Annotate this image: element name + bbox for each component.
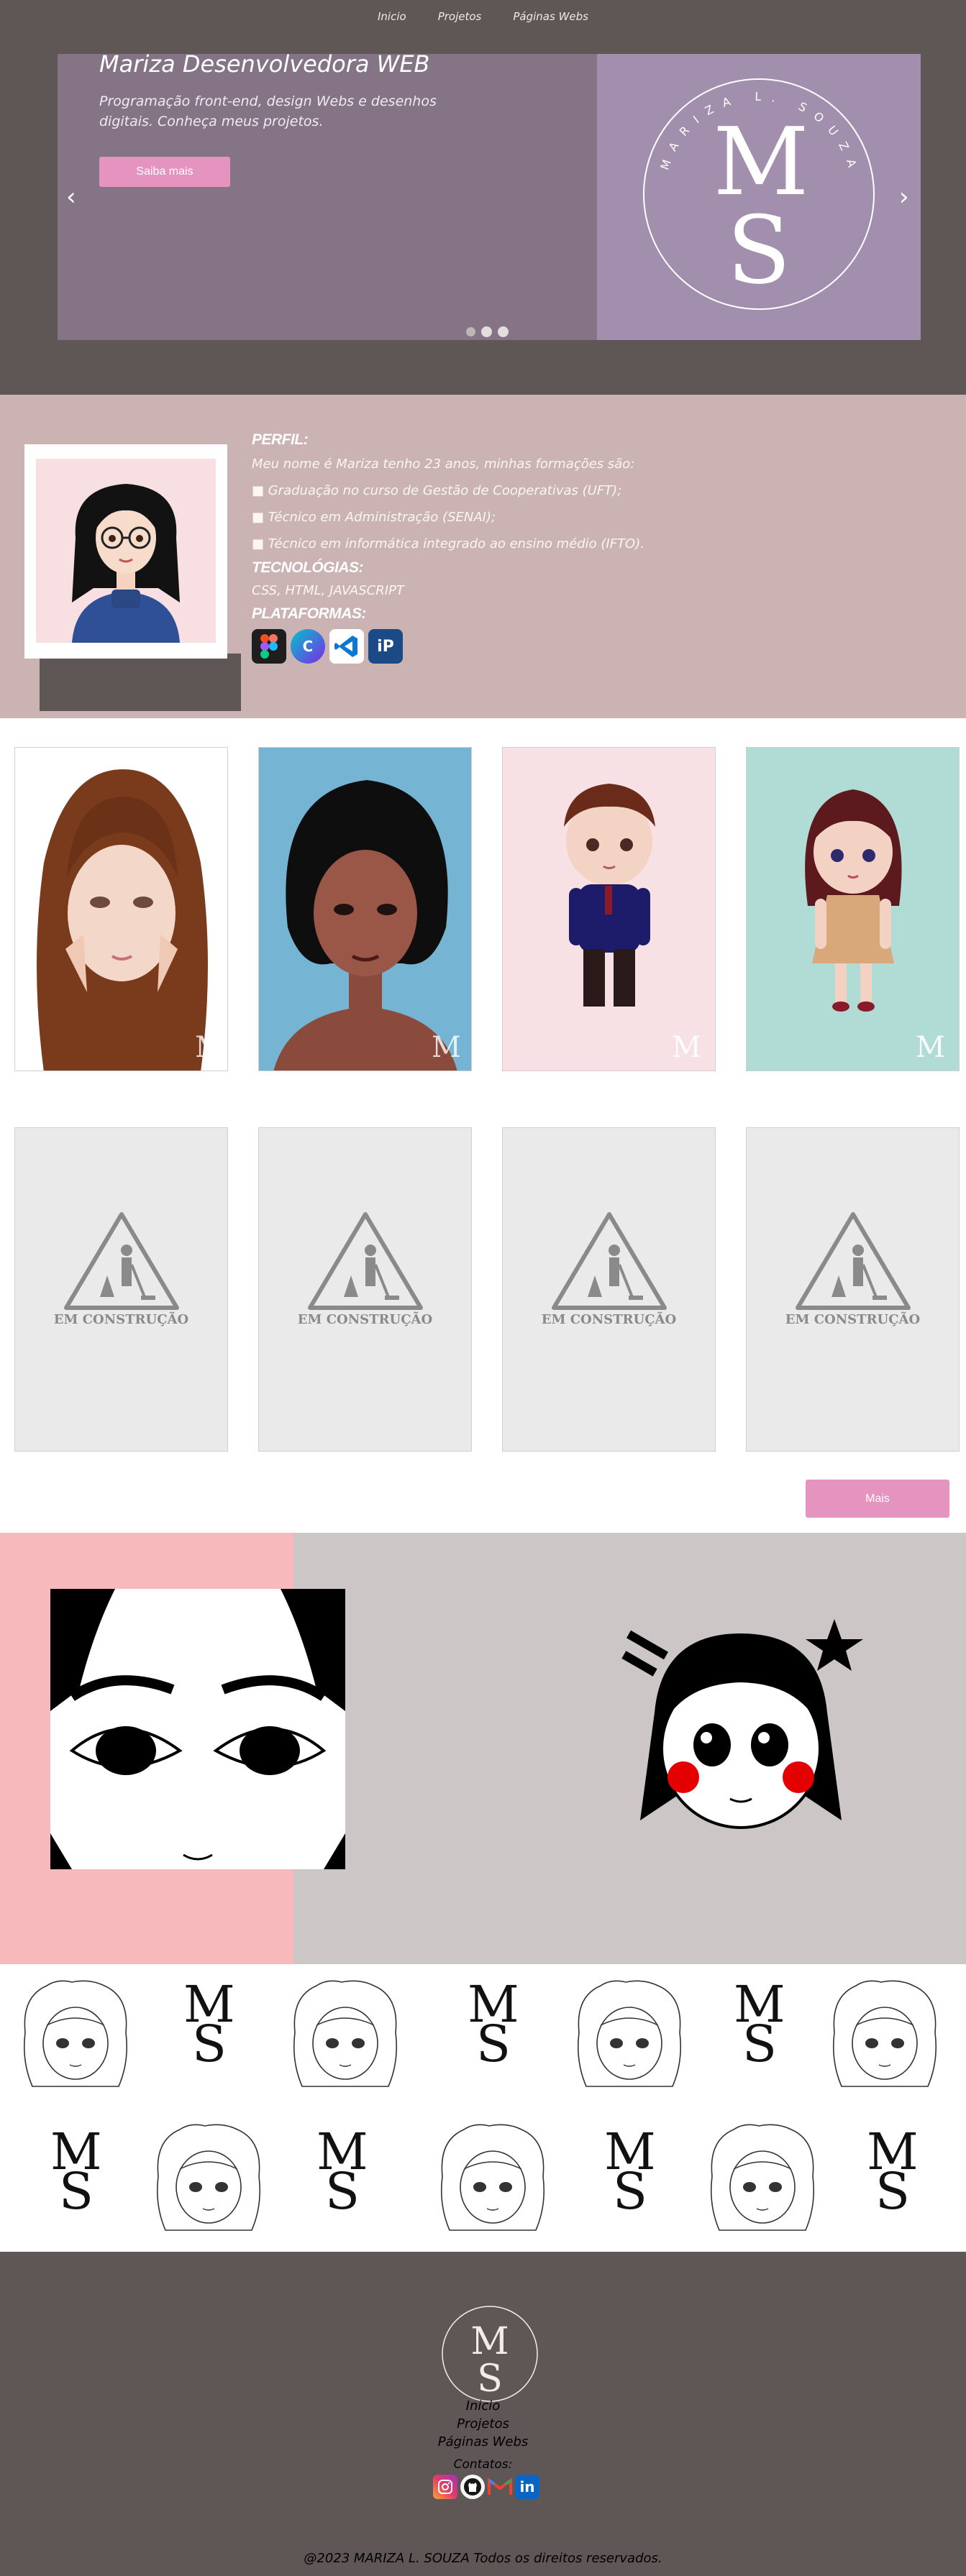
profile-info: PERFIL: Meu nome é Mariza tenho 23 anos,…: [252, 429, 644, 664]
footer-link-paginas-webs[interactable]: Páginas Webs: [0, 2434, 966, 2449]
svg-text:M: M: [195, 1031, 224, 1064]
construction-card[interactable]: EM CONSTRUÇÃO: [746, 1127, 960, 1452]
education-item: ■ Técnico em Administração (SENAI);: [252, 510, 496, 525]
copyright-text: @2023 MARIZA L. SOUZA Todos os direitos …: [304, 2551, 662, 2566]
hero-carousel: MARIZA L. SOUZA M S: [0, 32, 966, 395]
construction-label: EM CONSTRUÇÃO: [53, 1312, 189, 1327]
profile-avatar: [36, 459, 216, 643]
social-icons: in: [433, 2475, 539, 2499]
top-nav: Inicio Projetos Páginas Webs: [0, 0, 966, 32]
carousel-prev-button[interactable]: ‹: [66, 185, 76, 209]
nav-link-projetos[interactable]: Projetos: [438, 10, 482, 23]
hero-title: Mariza Desenvolvedora WEB: [99, 50, 430, 78]
construction-card[interactable]: EM CONSTRUÇÃO: [14, 1127, 228, 1452]
footer-link-projetos[interactable]: Projetos: [0, 2416, 966, 2431]
vscode-icon: [329, 629, 364, 664]
footer-ms-logo: M S: [442, 2306, 538, 2402]
carousel-dot[interactable]: [498, 326, 509, 337]
construction-icon: [64, 1212, 179, 1310]
carousel-dot-active[interactable]: [481, 326, 492, 337]
contacts-label: Contatos:: [453, 2457, 513, 2472]
education-item: ■ Técnico em informática integrado ao en…: [252, 536, 644, 551]
ibispaint-icon: iP: [368, 629, 403, 664]
art-section: [0, 1533, 966, 1964]
construction-card[interactable]: EM CONSTRUÇÃO: [502, 1127, 716, 1452]
carousel-next-button[interactable]: ›: [899, 185, 909, 209]
svg-text:M: M: [916, 1031, 945, 1064]
chibi-illustration: [621, 1619, 863, 1829]
nav-link-inicio[interactable]: Inicio: [378, 10, 406, 23]
nav-link-paginas-webs[interactable]: Páginas Webs: [513, 10, 588, 23]
platforms-heading: PLATAFORMAS:: [252, 605, 366, 622]
svg-text:S: S: [726, 196, 790, 305]
svg-text:S: S: [477, 2357, 503, 2401]
carousel-indicators: [466, 326, 509, 337]
construction-label: EM CONSTRUÇÃO: [541, 1312, 677, 1327]
construction-label: EM CONSTRUÇÃO: [785, 1312, 921, 1327]
eyes-illustration: [50, 1589, 345, 1869]
saiba-mais-button[interactable]: Saiba mais: [99, 157, 230, 187]
tech-heading: TECNOLÓGIAS:: [252, 559, 363, 576]
instagram-icon[interactable]: [433, 2475, 457, 2499]
platform-icons: C iP: [252, 629, 644, 664]
construction-label: EM CONSTRUÇÃO: [297, 1312, 433, 1327]
linkedin-icon[interactable]: in: [515, 2475, 539, 2499]
tech-list: CSS, HTML, JAVASCRIPT: [252, 583, 404, 598]
construction-icon: [796, 1212, 911, 1310]
gmail-icon[interactable]: [488, 2475, 512, 2499]
svg-text:M: M: [470, 2320, 509, 2363]
hero-subtitle: Programação front-end, design Webs e des…: [99, 93, 437, 129]
figma-icon: [252, 629, 286, 664]
gallery-card[interactable]: M: [14, 747, 228, 1071]
slide-logo-panel: MARIZA L. SOUZA M S: [597, 54, 921, 340]
gallery-card[interactable]: M: [502, 747, 716, 1071]
footer: M S: [0, 2252, 966, 2576]
perfil-heading: PERFIL:: [252, 431, 309, 448]
gallery-card[interactable]: M: [258, 747, 472, 1071]
construction-icon: [552, 1212, 667, 1310]
svg-text:M: M: [432, 1031, 461, 1064]
gallery-card[interactable]: M: [746, 747, 960, 1071]
svg-text:M: M: [672, 1031, 701, 1064]
pattern-banner: M S: [0, 1964, 966, 2252]
more-button[interactable]: Mais: [806, 1480, 949, 1518]
ms-logo: MARIZA L. SOUZA M S: [643, 78, 875, 310]
photo-shadow: [40, 654, 241, 711]
github-icon[interactable]: [460, 2475, 485, 2499]
carousel-dot[interactable]: [466, 327, 475, 336]
profile-intro: Meu nome é Mariza tenho 23 anos, minhas …: [252, 457, 635, 472]
footer-link-inicio[interactable]: Inicio: [0, 2398, 966, 2414]
education-item: ■ Graduação no curso de Gestão de Cooper…: [252, 483, 622, 498]
construction-icon: [308, 1212, 423, 1310]
canva-icon: C: [291, 629, 325, 664]
construction-card[interactable]: EM CONSTRUÇÃO: [258, 1127, 472, 1452]
